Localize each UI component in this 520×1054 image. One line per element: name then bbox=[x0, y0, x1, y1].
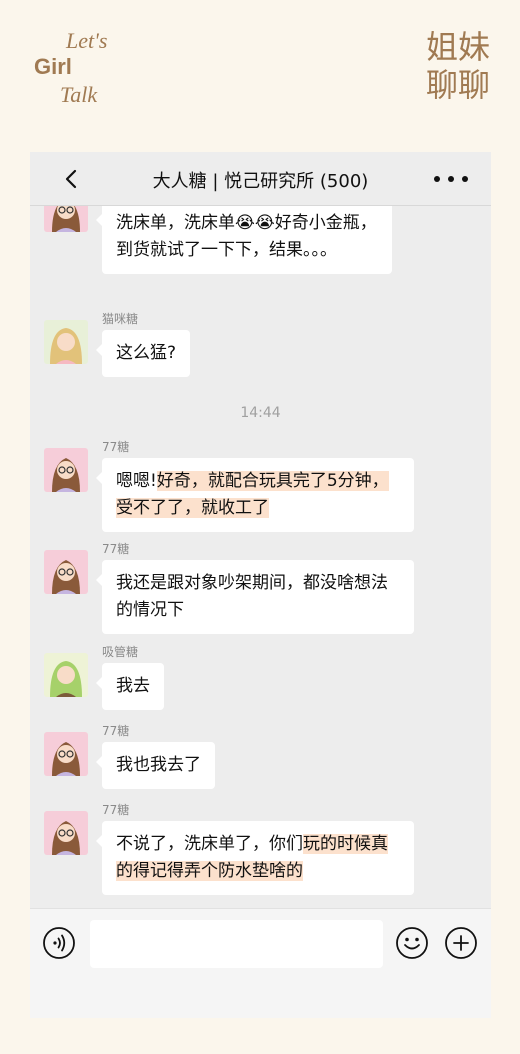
avatar-brown-glasses[interactable] bbox=[44, 448, 88, 492]
message-bubble[interactable]: 不说了，洗床单了，你们玩的时候真的得记得弄个防水垫啥的 bbox=[96, 821, 414, 895]
avatar-brown-glasses[interactable] bbox=[44, 811, 88, 855]
message-text: 这么猛? bbox=[116, 343, 177, 363]
emoji-icon[interactable] bbox=[395, 926, 429, 960]
message-bubble[interactable]: 这么猛? bbox=[95, 330, 191, 377]
sender-name: 猫咪糖 bbox=[102, 312, 139, 326]
message-bubble[interactable]: 我也我去了 bbox=[96, 742, 215, 789]
message-text: 我去 bbox=[116, 676, 150, 696]
message-bubble[interactable]: 我还是跟对象吵架期间，都没啥想法的情况下 bbox=[96, 560, 414, 634]
message-text: 洗床单，洗床单😭😭好奇小金瓶，到货就试了一下下，结果。。。 bbox=[116, 213, 377, 260]
sender-name: 77糖 bbox=[102, 803, 130, 817]
voice-icon[interactable] bbox=[42, 926, 76, 960]
sender-name: 77糖 bbox=[102, 440, 130, 454]
avatar-brown-glasses[interactable] bbox=[44, 206, 88, 232]
input-bar bbox=[30, 908, 491, 1018]
message-list[interactable]: 洗床单，洗床单😭😭好奇小金瓶，到货就试了一下下，结果。。。 猫咪糖 这么猛? 1… bbox=[30, 206, 491, 908]
nav-bar: 大人糖 | 悦己研究所 (500) bbox=[30, 152, 491, 206]
brand-lets: Let's bbox=[66, 28, 108, 53]
chat-screen: 大人糖 | 悦己研究所 (500) 洗床单，洗床单😭😭好奇小金瓶，到货就试了一下… bbox=[30, 152, 491, 1018]
highlighted-text: 好奇，就配合玩具完了5分钟，受不了了，就收工了 bbox=[116, 471, 389, 518]
message-input[interactable] bbox=[90, 920, 383, 968]
corner-title: 姐妹 聊聊 bbox=[426, 28, 490, 104]
message-bubble[interactable]: 洗床单，洗床单😭😭好奇小金瓶，到货就试了一下下，结果。。。 bbox=[96, 206, 392, 274]
group-title: 大人糖 | 悦己研究所 (500) bbox=[152, 171, 369, 192]
message-text: 我还是跟对象吵架期间，都没啥想法的情况下 bbox=[116, 573, 388, 620]
more-dots-icon[interactable] bbox=[431, 168, 471, 190]
message-bubble[interactable]: 我去 bbox=[96, 663, 164, 710]
avatar-brown-glasses[interactable] bbox=[44, 732, 88, 776]
brand-talk: Talk bbox=[60, 82, 98, 107]
avatar-blonde[interactable] bbox=[44, 320, 88, 364]
plus-icon[interactable] bbox=[444, 926, 478, 960]
avatar-brown-glasses[interactable] bbox=[44, 550, 88, 594]
corner-title-line1: 姐妹 bbox=[425, 28, 490, 66]
avatar-green[interactable] bbox=[44, 653, 88, 697]
sender-name: 吸管糖 bbox=[102, 645, 139, 659]
corner-title-line2: 聊聊 bbox=[425, 66, 490, 104]
message-text: 我也我去了 bbox=[116, 755, 201, 775]
message-text: 不说了，洗床单了，你们 bbox=[116, 834, 303, 854]
message-bubble[interactable]: 嗯嗯!好奇，就配合玩具完了5分钟，受不了了，就收工了 bbox=[96, 458, 414, 532]
message-text: 嗯嗯! bbox=[116, 471, 157, 491]
sender-name: 77糖 bbox=[102, 724, 130, 738]
sender-name: 77糖 bbox=[102, 542, 130, 556]
time-divider: 14:44 bbox=[240, 405, 281, 421]
brand-logo: Let's Girl Talk bbox=[34, 28, 154, 110]
brand-girl: Girl bbox=[34, 54, 72, 79]
